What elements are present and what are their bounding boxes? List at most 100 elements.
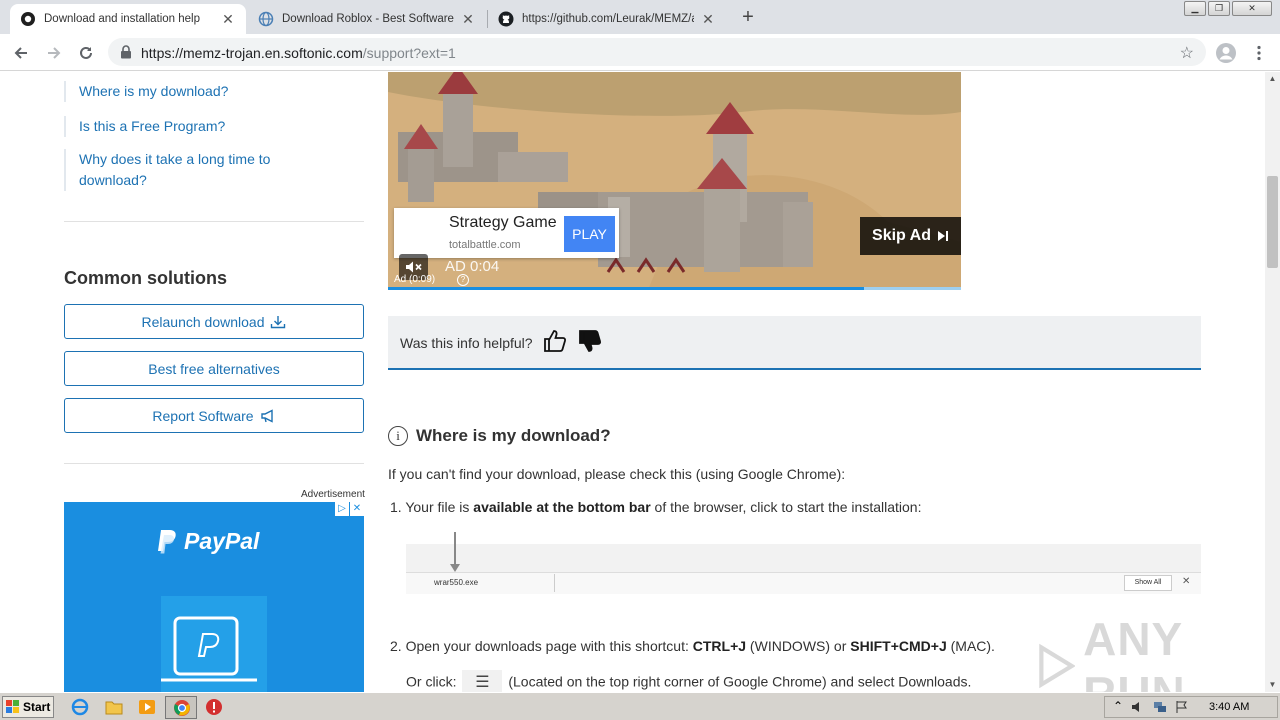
chrome-menu-button[interactable] — [1247, 41, 1271, 65]
best-free-alternatives-button[interactable]: Best free alternatives — [64, 351, 364, 386]
stop-icon[interactable] — [205, 698, 223, 716]
forward-button[interactable] — [42, 41, 66, 65]
tab-title: Download Roblox - Best Software & — [282, 13, 454, 25]
laptop-illustration — [161, 596, 267, 692]
play-button[interactable]: PLAY — [564, 216, 615, 252]
skip-ad-button[interactable]: Skip Ad — [860, 217, 961, 255]
tab-close-icon[interactable]: ✕ — [220, 11, 236, 28]
watermark-text: ANY RUN — [1083, 613, 1185, 692]
video-progress-bar[interactable] — [388, 287, 961, 290]
url-text: https://memz-trojan.en.softonic.com/supp… — [141, 45, 456, 61]
megaphone-icon — [260, 408, 273, 423]
intro-text: If you can't find your download, please … — [388, 466, 846, 482]
paypal-logo: PayPal — [156, 528, 259, 555]
sidebar-link-where-download[interactable]: Where is my download? — [64, 81, 228, 102]
avatar-icon — [1216, 43, 1236, 63]
scroll-up-arrow-icon[interactable]: ▲ — [1265, 72, 1280, 86]
step-text: (MAC). — [946, 638, 995, 654]
laptop-icon — [161, 616, 257, 682]
step-text: Open your downloads page with this short… — [405, 638, 693, 654]
common-solutions-heading: Common solutions — [64, 268, 227, 288]
ad-domain: totalbattle.com — [449, 239, 521, 251]
download-filename: wrar550.exe — [434, 578, 479, 587]
scroll-down-arrow-icon[interactable]: ▼ — [1265, 678, 1280, 692]
divider — [64, 463, 364, 464]
paypal-advertisement[interactable]: ▷ ✕ PayPal — [64, 502, 364, 692]
paypal-p-icon — [158, 529, 176, 553]
ad-count: Ad (0:09) — [394, 274, 436, 285]
windows-taskbar: Start ⌃ 3:40 AM — [0, 692, 1280, 720]
pointer-arrowhead — [450, 564, 460, 572]
skip-ad-label: Skip Ad — [872, 227, 931, 244]
media-player-icon[interactable] — [138, 698, 156, 716]
minimize-button[interactable]: ▁ — [1184, 1, 1206, 16]
start-label: Start — [23, 700, 51, 714]
tab-github[interactable]: https://github.com/Leurak/MEMZ/ar ✕ — [488, 4, 726, 34]
ad-game-title: Strategy Game — [449, 214, 557, 231]
divider — [64, 221, 364, 222]
advertisement-label: Advertisement — [301, 489, 365, 500]
tab-roblox[interactable]: Download Roblox - Best Software & ✕ — [248, 4, 486, 34]
lock-icon — [121, 45, 131, 59]
step-text: of the browser, click to start the insta… — [650, 499, 922, 515]
step-number: 2. — [390, 638, 402, 654]
address-bar[interactable]: https://memz-trojan.en.softonic.com/supp… — [108, 38, 1206, 66]
step-text: (WINDOWS) or — [746, 638, 851, 654]
clock: 3:40 AM — [1209, 701, 1250, 713]
show-all-button: Show All — [1124, 575, 1172, 591]
shortcut-windows: CTRL+J — [692, 638, 747, 654]
report-label: Report Software — [152, 407, 254, 424]
folder-icon[interactable] — [105, 698, 123, 716]
thumbs-down-icon[interactable] — [578, 329, 602, 353]
back-button[interactable] — [9, 41, 33, 65]
profile-button[interactable] — [1214, 41, 1238, 65]
kebab-menu-icon — [1257, 45, 1261, 61]
globe-favicon-icon — [258, 11, 274, 27]
ad-info-card[interactable]: Strategy Game totalbattle.com PLAY — [394, 208, 619, 258]
relaunch-label: Relaunch download — [141, 313, 265, 330]
ad-help-icon[interactable]: ? — [457, 274, 469, 286]
internet-explorer-icon[interactable] — [71, 698, 89, 716]
info-icon: i — [388, 426, 408, 446]
hamburger-menu-icon: ☰ — [462, 670, 503, 692]
feedback-box: Was this info helpful? — [388, 316, 1201, 370]
tab-title: https://github.com/Leurak/MEMZ/ar — [522, 13, 694, 25]
tab-strip: Download and installation help ✕ Downloa… — [0, 0, 1280, 34]
tray-expand-icon[interactable]: ⌃ — [1113, 699, 1123, 713]
start-button[interactable]: Start — [2, 696, 54, 718]
tab-close-icon[interactable]: ✕ — [700, 11, 716, 28]
sidebar-link-long-time[interactable]: Why does it take a long time to download… — [64, 149, 284, 191]
tab-download-help[interactable]: Download and installation help ✕ — [10, 4, 246, 34]
page-scrollbar[interactable]: ▲ ▼ — [1265, 72, 1280, 692]
relaunch-download-button[interactable]: Relaunch download — [64, 304, 364, 339]
new-tab-button[interactable]: + — [738, 6, 758, 28]
sidebar-link-free-program[interactable]: Is this a Free Program? — [64, 116, 225, 137]
close-window-button[interactable]: ✕ — [1232, 1, 1272, 16]
paypal-brand: PayPal — [184, 528, 260, 554]
close-ad-icon[interactable]: ✕ — [350, 502, 364, 516]
network-icon[interactable] — [1153, 700, 1167, 714]
report-software-button[interactable]: Report Software — [64, 398, 364, 433]
forward-arrow-icon — [48, 47, 61, 59]
browser-toolbar: https://memz-trojan.en.softonic.com/supp… — [0, 34, 1280, 71]
pointer-arrow — [454, 532, 456, 566]
volume-icon[interactable] — [1131, 700, 1145, 714]
step-1: 1. Your file is available at the bottom … — [390, 499, 921, 515]
chrome-taskbar-button[interactable] — [165, 696, 197, 719]
video-advertisement[interactable]: Strategy Game totalbattle.com PLAY Skip … — [388, 72, 961, 290]
download-strip — [406, 572, 1201, 594]
tab-close-icon[interactable]: ✕ — [460, 11, 476, 28]
download-bar-illustration: wrar550.exe Show All ✕ — [406, 532, 1201, 594]
step-number: 1. — [390, 499, 402, 515]
bookmark-star-icon[interactable]: ☆ — [1180, 43, 1194, 63]
shortcut-mac: SHIFT+CMD+J — [850, 638, 947, 654]
adchoices-icon[interactable]: ▷ — [335, 502, 349, 516]
restore-button[interactable]: ❐ — [1208, 1, 1230, 16]
reload-button[interactable] — [74, 41, 98, 65]
flag-icon[interactable] — [1175, 700, 1189, 714]
step-text: Your file is — [405, 499, 474, 515]
thumbs-up-icon[interactable] — [543, 329, 567, 353]
scroll-thumb[interactable] — [1267, 176, 1278, 268]
ad-timer: AD 0:04 — [445, 258, 500, 275]
ad-choices[interactable]: ▷ ✕ — [334, 502, 364, 516]
